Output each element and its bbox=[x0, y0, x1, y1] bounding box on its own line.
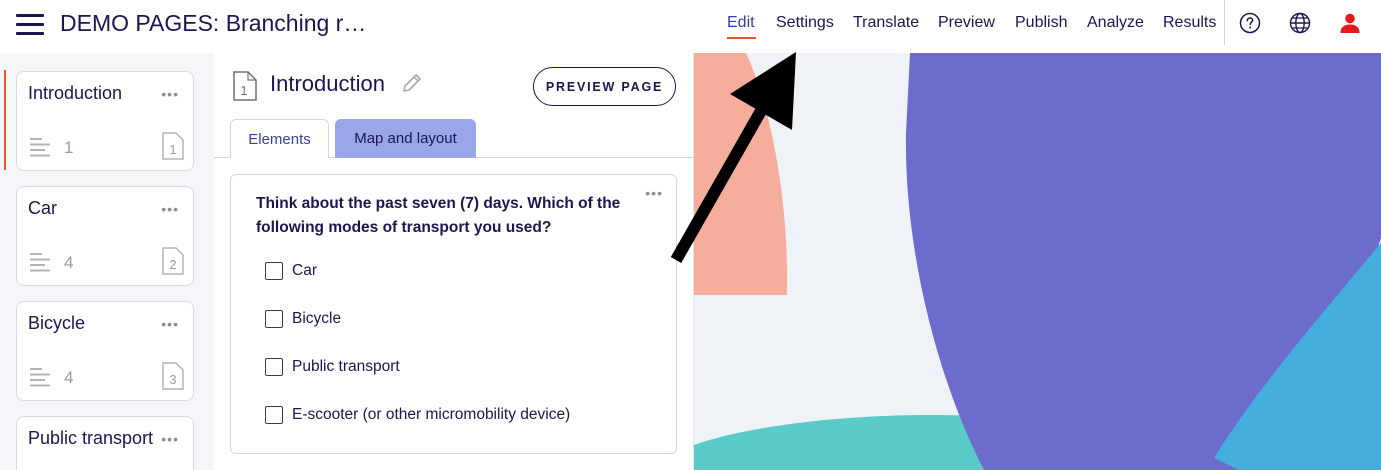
page-card-name: Public transport bbox=[28, 428, 154, 448]
page-card-introduction[interactable]: Introduction ••• 1 1 bbox=[16, 71, 194, 171]
page-number-icon: 3 bbox=[162, 362, 184, 390]
option-label: Public transport bbox=[292, 358, 400, 375]
page-card-public-transport[interactable]: Public transport ••• bbox=[16, 416, 194, 470]
page-card-bicycle[interactable]: Bicycle ••• 4 3 bbox=[16, 301, 194, 401]
elements-list-icon bbox=[30, 368, 50, 387]
page-number-label: 2 bbox=[169, 257, 176, 272]
page-card-name: Car bbox=[28, 198, 58, 218]
nav-preview[interactable]: Preview bbox=[938, 14, 995, 32]
user-icon[interactable] bbox=[1339, 12, 1361, 34]
more-options-icon[interactable]: ••• bbox=[161, 316, 179, 332]
nav-active-indicator bbox=[727, 37, 756, 39]
more-options-icon[interactable]: ••• bbox=[161, 86, 179, 102]
more-options-icon[interactable]: ••• bbox=[161, 201, 179, 217]
option-label: Car bbox=[292, 262, 317, 279]
checkbox[interactable] bbox=[265, 406, 283, 424]
hamburger-menu-icon[interactable] bbox=[16, 12, 44, 36]
option-label: E-scooter (or other micromobility device… bbox=[292, 406, 571, 423]
question-card[interactable]: ••• Think about the past seven (7) days.… bbox=[230, 174, 677, 454]
question-text: Think about the past seven (7) days. Whi… bbox=[256, 195, 621, 236]
elements-list-icon bbox=[30, 253, 50, 272]
page-number-label: 1 bbox=[240, 83, 247, 98]
nav-publish[interactable]: Publish bbox=[1015, 14, 1067, 32]
page-number-label: 3 bbox=[169, 372, 176, 387]
help-icon[interactable] bbox=[1239, 12, 1261, 34]
annotation-arrow-icon bbox=[670, 52, 796, 263]
page-card-car[interactable]: Car ••• 4 2 bbox=[16, 186, 194, 286]
page-number-icon: 1 bbox=[162, 132, 184, 160]
checkbox[interactable] bbox=[265, 310, 283, 328]
nav-results[interactable]: Results bbox=[1163, 14, 1216, 32]
page-number-label: 1 bbox=[169, 142, 176, 157]
more-options-icon[interactable]: ••• bbox=[161, 431, 179, 447]
nav-translate[interactable]: Translate bbox=[853, 14, 919, 32]
tab-elements[interactable]: Elements bbox=[230, 119, 329, 158]
page-title: Introduction bbox=[270, 71, 385, 96]
nav-analyze[interactable]: Analyze bbox=[1087, 14, 1144, 32]
nav-edit[interactable]: Edit bbox=[727, 14, 755, 32]
page-card-name: Introduction bbox=[28, 83, 123, 103]
element-count: 4 bbox=[64, 253, 74, 272]
top-bar: DEMO PAGES: Branching r… Edit Settings T… bbox=[0, 0, 1381, 53]
pencil-icon[interactable] bbox=[400, 71, 424, 95]
option-public-transport[interactable]: Public transport bbox=[265, 357, 400, 377]
top-divider bbox=[1224, 0, 1225, 45]
project-title: DEMO PAGES: Branching r… bbox=[60, 10, 367, 36]
active-page-marker bbox=[4, 70, 6, 170]
element-count: 4 bbox=[64, 368, 74, 387]
elements-list-icon bbox=[30, 138, 50, 157]
page-number-icon: 1 bbox=[233, 71, 257, 101]
nav-settings[interactable]: Settings bbox=[776, 14, 834, 32]
option-label: Bicycle bbox=[292, 310, 342, 327]
option-bicycle[interactable]: Bicycle bbox=[265, 309, 341, 329]
editor-panel: 1 Introduction PREVIEW PAGE Elements Map… bbox=[214, 53, 694, 470]
page-card-name: Bicycle bbox=[28, 313, 86, 333]
element-count: 1 bbox=[64, 138, 74, 157]
checkbox[interactable] bbox=[265, 358, 283, 376]
option-e-scooter[interactable]: E-scooter (or other micromobility device… bbox=[265, 405, 570, 425]
option-car[interactable]: Car bbox=[265, 261, 317, 281]
checkbox[interactable] bbox=[265, 262, 283, 280]
page-list: Introduction ••• 1 1 Car ••• 4 2 Bicycle… bbox=[0, 53, 214, 470]
globe-icon[interactable] bbox=[1289, 12, 1311, 34]
page-number-icon: 2 bbox=[162, 247, 184, 275]
tab-map-and-layout[interactable]: Map and layout bbox=[335, 119, 476, 158]
preview-page-button[interactable]: PREVIEW PAGE bbox=[533, 67, 676, 106]
